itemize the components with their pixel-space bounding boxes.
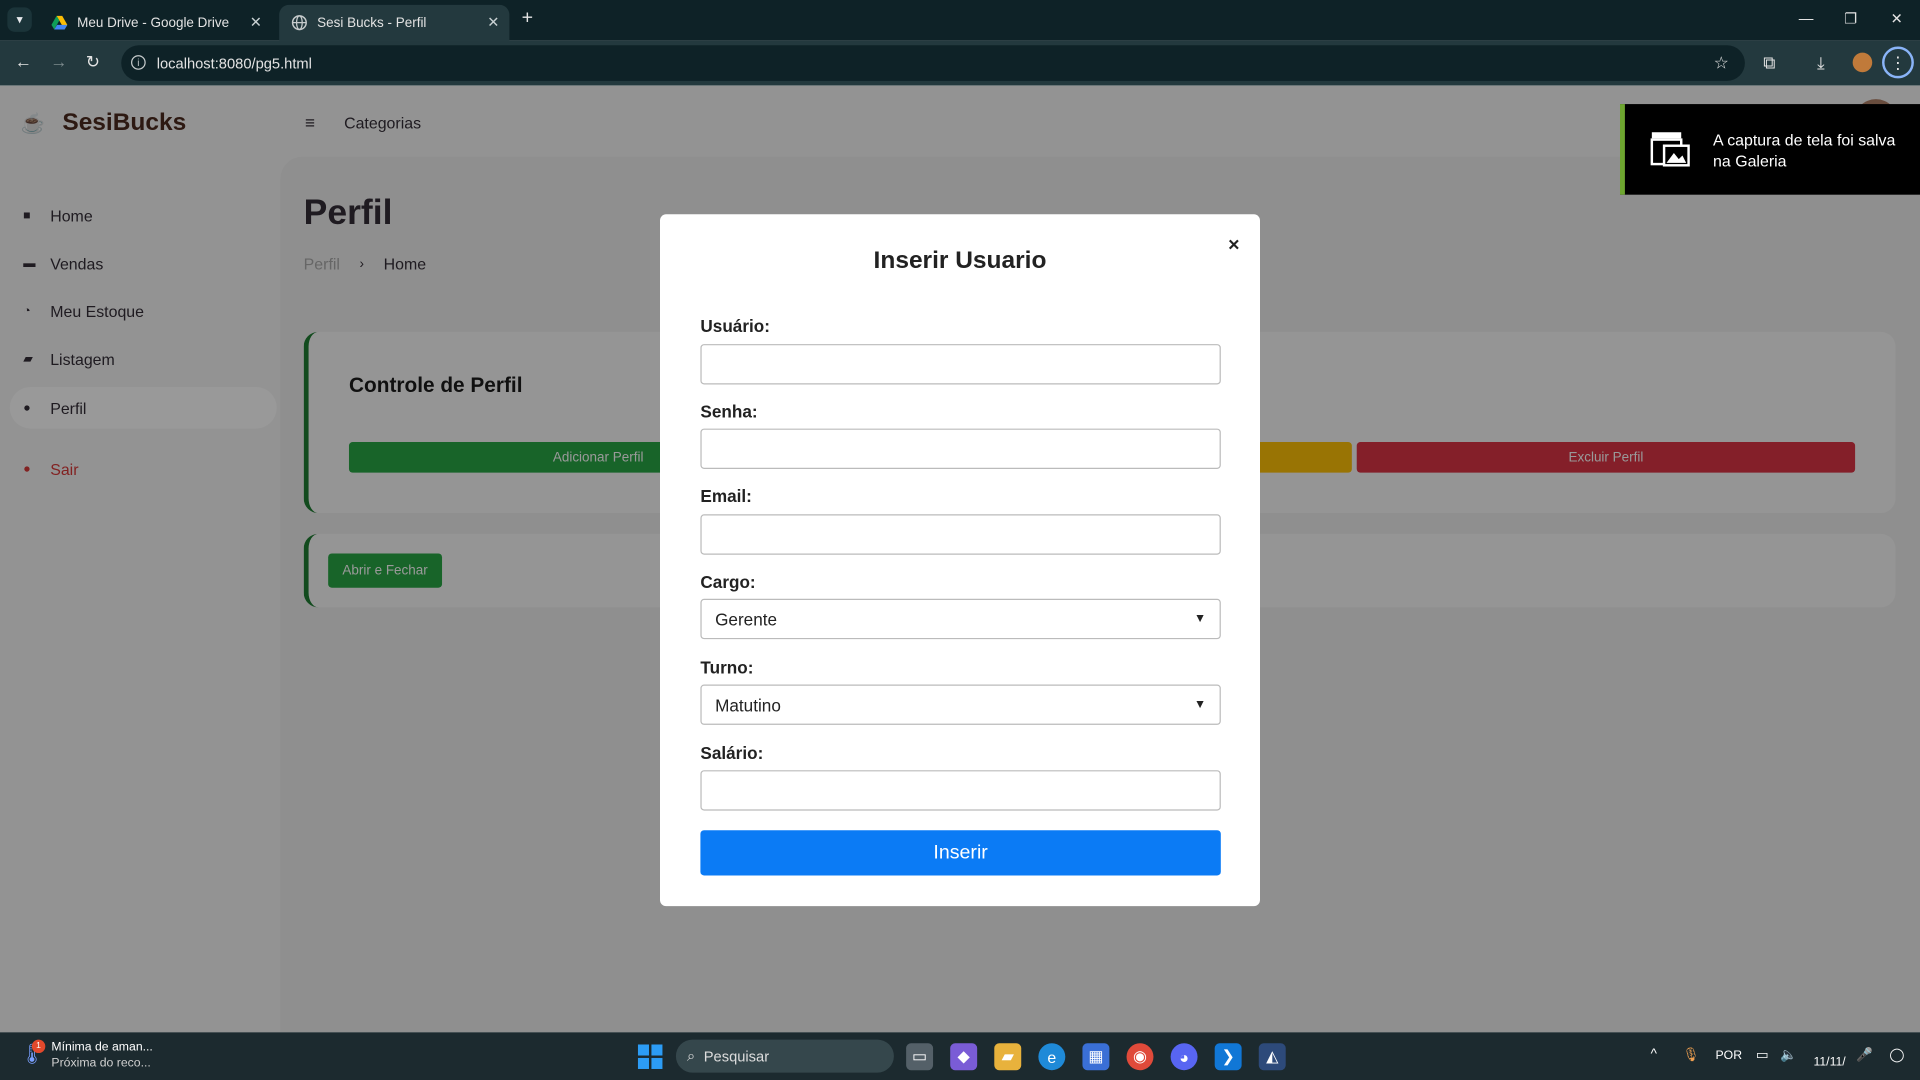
address-bar[interactable]: i localhost:8080/pg5.html ☆ <box>121 45 1745 81</box>
tab-label: Meu Drive - Google Drive <box>77 15 230 31</box>
back-icon[interactable]: ← <box>15 51 32 71</box>
task-view-icon[interactable]: ▭ <box>906 1043 934 1071</box>
restore-icon[interactable]: ❐ <box>1844 10 1857 27</box>
bookmark-star-icon[interactable]: ☆ <box>1714 53 1729 74</box>
weather-title: Mínima de aman... <box>51 1040 153 1055</box>
file-explorer-icon[interactable]: ▰ <box>994 1043 1022 1071</box>
insert-button[interactable]: Inserir <box>700 830 1221 876</box>
tab-close-icon[interactable]: ✕ <box>487 13 499 30</box>
usuario-input[interactable] <box>700 344 1221 385</box>
mic-active-icon[interactable]: 🎤 <box>1856 1047 1873 1063</box>
extensions-icon[interactable]: ⧉ <box>1763 53 1775 74</box>
notifications-icon[interactable]: ◯ <box>1889 1047 1904 1063</box>
site-info-icon[interactable]: i <box>131 55 146 70</box>
network-icon[interactable]: ▭ <box>1756 1047 1769 1063</box>
salario-input[interactable] <box>700 770 1221 811</box>
senha-label: Senha: <box>700 401 758 422</box>
screenshot-toast[interactable]: A captura de tela foi salva na Galeria <box>1620 104 1920 195</box>
cargo-label: Cargo: <box>700 571 756 592</box>
toast-message: A captura de tela foi salva na Galeria <box>1713 131 1896 171</box>
turno-select[interactable]: Matutino ▼ <box>700 684 1221 725</box>
url-text: localhost:8080/pg5.html <box>156 54 312 72</box>
thermometer-icon: 🌡 1 <box>20 1039 46 1069</box>
weather-subtitle: Próxima do reco... <box>51 1056 151 1071</box>
email-label: Email: <box>700 486 752 506</box>
senha-input[interactable] <box>700 428 1221 469</box>
windows-taskbar: 🌡 1 Mínima de aman... Próxima do reco... … <box>0 1032 1920 1080</box>
modal-title: Inserir Usuario <box>873 247 1047 275</box>
chevron-down-icon: ▼ <box>1193 612 1207 626</box>
cargo-select[interactable]: Gerente ▼ <box>700 598 1221 640</box>
tab-sesi-bucks[interactable]: Sesi Bucks - Perfil ✕ <box>279 4 510 41</box>
turno-label: Turno: <box>700 657 754 678</box>
modal-close-icon[interactable]: × <box>1228 235 1239 257</box>
download-icon[interactable]: ⤓ <box>1817 53 1825 74</box>
browser-menu-icon[interactable]: ⋮ <box>1882 46 1914 79</box>
search-placeholder: Pesquisar <box>703 1047 770 1065</box>
minimize-icon[interactable]: — <box>1799 10 1814 27</box>
forward-icon[interactable]: → <box>50 51 67 71</box>
salario-label: Salário: <box>700 743 764 763</box>
reload-icon[interactable]: ↻ <box>86 51 100 72</box>
clapperboard-image-icon <box>1650 132 1690 167</box>
vscode-icon[interactable]: ❯ <box>1214 1043 1242 1071</box>
insert-user-modal: Inserir Usuario × Usuário: Senha: Email:… <box>660 214 1261 907</box>
email-input[interactable] <box>700 514 1221 555</box>
copilot-icon[interactable]: ◆ <box>950 1043 978 1071</box>
microsoft-store-icon[interactable]: ▦ <box>1082 1043 1110 1071</box>
turno-selected-value: Matutino <box>715 694 781 715</box>
search-icon: ⌕ <box>686 1046 696 1065</box>
window-close-icon[interactable]: ✕ <box>1891 10 1903 27</box>
browser-tabbar: ▾ Meu Drive - Google Drive ✕ Sesi Bucks … <box>0 0 1920 41</box>
tab-label: Sesi Bucks - Perfil <box>317 15 427 31</box>
browser-toolbar: ← → ↻ i localhost:8080/pg5.html ☆ ⧉ ⤓ <box>0 40 1920 86</box>
cargo-selected-value: Gerente <box>715 609 778 629</box>
taskbar-search[interactable]: ⌕ Pesquisar <box>675 1039 894 1073</box>
screen: ▾ Meu Drive - Google Drive ✕ Sesi Bucks … <box>0 0 1920 1080</box>
volume-icon[interactable]: 🔈 <box>1780 1047 1797 1063</box>
chevron-down-icon: ▼ <box>1193 697 1207 712</box>
new-tab-icon[interactable]: + <box>522 7 533 29</box>
tab-google-drive[interactable]: Meu Drive - Google Drive ✕ <box>39 5 272 41</box>
tab-close-icon[interactable]: ✕ <box>250 13 262 30</box>
browser-profile-avatar[interactable] <box>1852 52 1873 73</box>
usuario-label: Usuário: <box>700 315 770 336</box>
windows-start-icon[interactable] <box>637 1044 663 1069</box>
google-drive-icon <box>51 15 68 30</box>
chrome-icon[interactable]: ◉ <box>1126 1043 1154 1071</box>
edge-icon[interactable]: e <box>1038 1043 1066 1071</box>
clock-date[interactable]: 11/11/ <box>1813 1056 1845 1069</box>
notification-badge: 1 <box>31 1039 46 1054</box>
discord-icon[interactable]: ◕ <box>1170 1043 1198 1071</box>
weather-widget[interactable]: 🌡 1 Mínima de aman... Próxima do reco... <box>20 1039 153 1072</box>
language-indicator[interactable]: POR <box>1716 1049 1743 1062</box>
globe-icon <box>291 15 307 31</box>
app-icon[interactable]: ◭ <box>1258 1043 1286 1071</box>
tray-chevron-up-icon[interactable]: ^ <box>1651 1047 1657 1062</box>
tab-search-menu-icon[interactable]: ▾ <box>7 7 32 32</box>
microphone-icon[interactable]: 🎙 <box>1682 1047 1699 1063</box>
